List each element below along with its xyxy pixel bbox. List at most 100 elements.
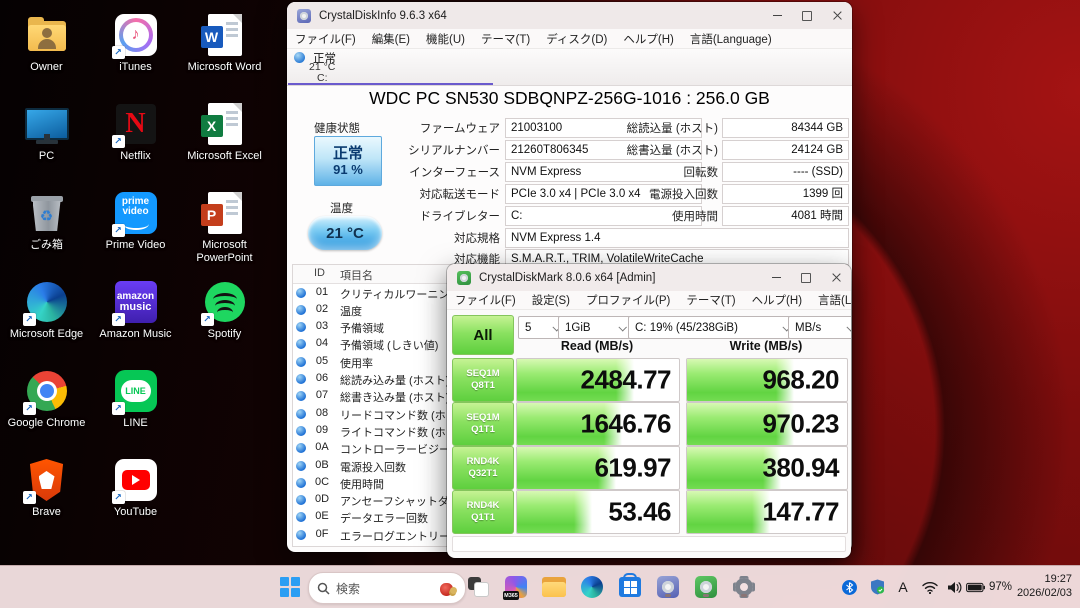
cdi-titlebar[interactable]: CrystalDiskInfo 9.6.3 x64 xyxy=(287,2,852,29)
microsoft365-copilot-button[interactable]: M365 xyxy=(504,575,528,599)
crystaldiskinfo-app-icon xyxy=(297,9,311,23)
status-dot-icon xyxy=(296,391,306,401)
desktop-icon-itunes[interactable]: ♪↗ iTunes xyxy=(91,6,180,95)
task-view-button[interactable] xyxy=(466,575,490,599)
desktop-icon-powerpoint[interactable]: P Microsoft PowerPoint xyxy=(180,184,269,273)
menu-file[interactable]: ファイル(F) xyxy=(295,31,356,47)
field-label: 対応転送モード xyxy=(407,186,500,202)
desktop-icon-recycle-bin[interactable]: ♻ ごみ箱 xyxy=(2,184,91,273)
health-status-box[interactable]: 正常 91 % xyxy=(314,136,382,186)
bluetooth-tray-button[interactable] xyxy=(836,566,862,608)
volume-tray-button[interactable] xyxy=(942,566,966,608)
desktop-icon-chrome[interactable]: ↗ Google Chrome xyxy=(2,362,91,451)
test-button[interactable]: SEQ1MQ1T1 xyxy=(452,402,514,446)
spotify-icon: ↗ xyxy=(203,280,247,324)
word-icon: W xyxy=(203,13,247,57)
write-column-header: Write (MB/s) xyxy=(686,339,846,355)
menu-help[interactable]: ヘルプ(H) xyxy=(623,31,673,47)
menu-file[interactable]: ファイル(F) xyxy=(455,292,516,308)
unit-dropdown[interactable]: MB/s xyxy=(788,316,851,339)
icon-label: Microsoft Edge xyxy=(10,328,83,341)
maximize-button[interactable] xyxy=(792,2,822,29)
menu-language[interactable]: 言語(Language) xyxy=(818,292,851,308)
target-drive-dropdown[interactable]: C: 19% (45/238GiB) xyxy=(628,316,796,339)
close-button[interactable] xyxy=(822,2,852,29)
desktop-icon-pc[interactable]: PC xyxy=(2,95,91,184)
menu-language[interactable]: 言語(Language) xyxy=(690,31,772,47)
close-button[interactable] xyxy=(821,264,851,291)
security-tray-button[interactable] xyxy=(864,566,890,608)
menu-settings[interactable]: 設定(S) xyxy=(532,292,570,308)
settings-taskbar-button[interactable] xyxy=(732,575,756,599)
test-button[interactable]: RND4KQ32T1 xyxy=(452,446,514,490)
desktop-icon-brave[interactable]: ↗ Brave xyxy=(2,451,91,540)
temperature-pill[interactable]: 21 °C xyxy=(308,216,382,250)
battery-tray-button[interactable]: 97% xyxy=(966,566,1012,608)
read-result-bar: 53.46 xyxy=(516,490,680,534)
menu-theme[interactable]: テーマ(T) xyxy=(481,31,530,47)
menu-function[interactable]: 機能(U) xyxy=(426,31,465,47)
crystaldiskinfo-taskbar-button[interactable] xyxy=(656,575,680,599)
desktop-icon-edge[interactable]: ↗ Microsoft Edge xyxy=(2,273,91,362)
itunes-icon: ♪↗ xyxy=(114,13,158,57)
crystaldiskmark-taskbar-button[interactable] xyxy=(694,575,718,599)
status-dot-icon xyxy=(296,461,306,471)
icon-label: Spotify xyxy=(208,328,242,341)
minimize-button[interactable] xyxy=(762,2,792,29)
wifi-tray-button[interactable] xyxy=(918,566,942,608)
desktop-icon-line[interactable]: LINE↗ LINE xyxy=(91,362,180,451)
microsoft-store-button[interactable] xyxy=(618,575,642,599)
desktop-icon-netflix[interactable]: N↗ Netflix xyxy=(91,95,180,184)
desktop-icon-youtube[interactable]: ↗ YouTube xyxy=(91,451,180,540)
menu-help[interactable]: ヘルプ(H) xyxy=(752,292,802,308)
icon-label: Brave xyxy=(32,506,61,519)
menu-disk[interactable]: ディスク(D) xyxy=(546,31,607,47)
test-button[interactable]: SEQ1MQ8T1 xyxy=(452,358,514,402)
run-all-button[interactable]: All xyxy=(452,315,514,355)
desktop-icon-owner[interactable]: Owner xyxy=(2,6,91,95)
desktop-icon-prime-video[interactable]: primevideo↗ Prime Video xyxy=(91,184,180,273)
disk-tab-c-drive[interactable]: 正常 21 °C C: xyxy=(287,49,494,85)
menu-profile[interactable]: プロファイル(P) xyxy=(586,292,670,308)
edge-button[interactable] xyxy=(580,575,604,599)
line-icon: LINE↗ xyxy=(114,369,158,413)
status-dot-icon xyxy=(296,426,306,436)
shortcut-arrow-icon: ↗ xyxy=(23,402,36,415)
ime-indicator: A xyxy=(898,579,907,595)
icon-label: Amazon Music xyxy=(99,328,171,341)
maximize-button[interactable] xyxy=(791,264,821,291)
cdm-titlebar[interactable]: CrystalDiskMark 8.0.6 x64 [Admin] xyxy=(447,264,851,291)
test-size-dropdown[interactable]: 1GiB xyxy=(558,316,632,339)
desktop-icon-spotify[interactable]: ↗ Spotify xyxy=(180,273,269,362)
menu-edit[interactable]: 編集(E) xyxy=(372,31,410,47)
icon-label: Microsoft Excel xyxy=(187,150,262,163)
file-explorer-button[interactable] xyxy=(542,575,566,599)
crystaldiskmark-app-icon xyxy=(457,271,471,285)
stat-label: 総書込量 (ホスト) xyxy=(592,142,718,158)
minimize-button[interactable] xyxy=(761,264,791,291)
search-box[interactable]: 検索 xyxy=(308,572,466,604)
ime-mode-button[interactable]: A xyxy=(892,566,914,608)
icon-label: iTunes xyxy=(119,61,152,74)
shortcut-arrow-icon: ↗ xyxy=(112,313,125,326)
field-label: ファームウェア xyxy=(407,120,500,136)
selected-tab-indicator xyxy=(288,83,493,85)
stat-value: 4081 時間 xyxy=(722,206,849,226)
clock-time: 19:27 xyxy=(1044,573,1072,587)
desktop-icon-excel[interactable]: X Microsoft Excel xyxy=(180,95,269,184)
window-title: CrystalDiskInfo 9.6.3 x64 xyxy=(319,10,447,22)
desktop-icon-amazon-music[interactable]: amazonmusic↗ Amazon Music xyxy=(91,273,180,362)
read-result-bar: 1646.76 xyxy=(516,402,680,446)
stat-label: 総読込量 (ホスト) xyxy=(592,120,718,136)
icon-label: Owner xyxy=(30,61,62,74)
start-button[interactable] xyxy=(278,575,302,599)
stat-label: 使用時間 xyxy=(592,208,718,224)
status-dot-icon xyxy=(296,339,306,349)
battery-percent: 97% xyxy=(989,581,1012,593)
menu-theme[interactable]: テーマ(T) xyxy=(686,292,735,308)
status-dot-icon xyxy=(296,530,306,540)
taskbar-clock[interactable]: 19:27 2026/02/03 xyxy=(1017,566,1072,608)
test-button[interactable]: RND4KQ1T1 xyxy=(452,490,514,534)
desktop-icon-word[interactable]: W Microsoft Word xyxy=(180,6,269,95)
desktop: Owner ♪↗ iTunes W Microsoft Word PC N↗ N… xyxy=(0,0,1080,608)
